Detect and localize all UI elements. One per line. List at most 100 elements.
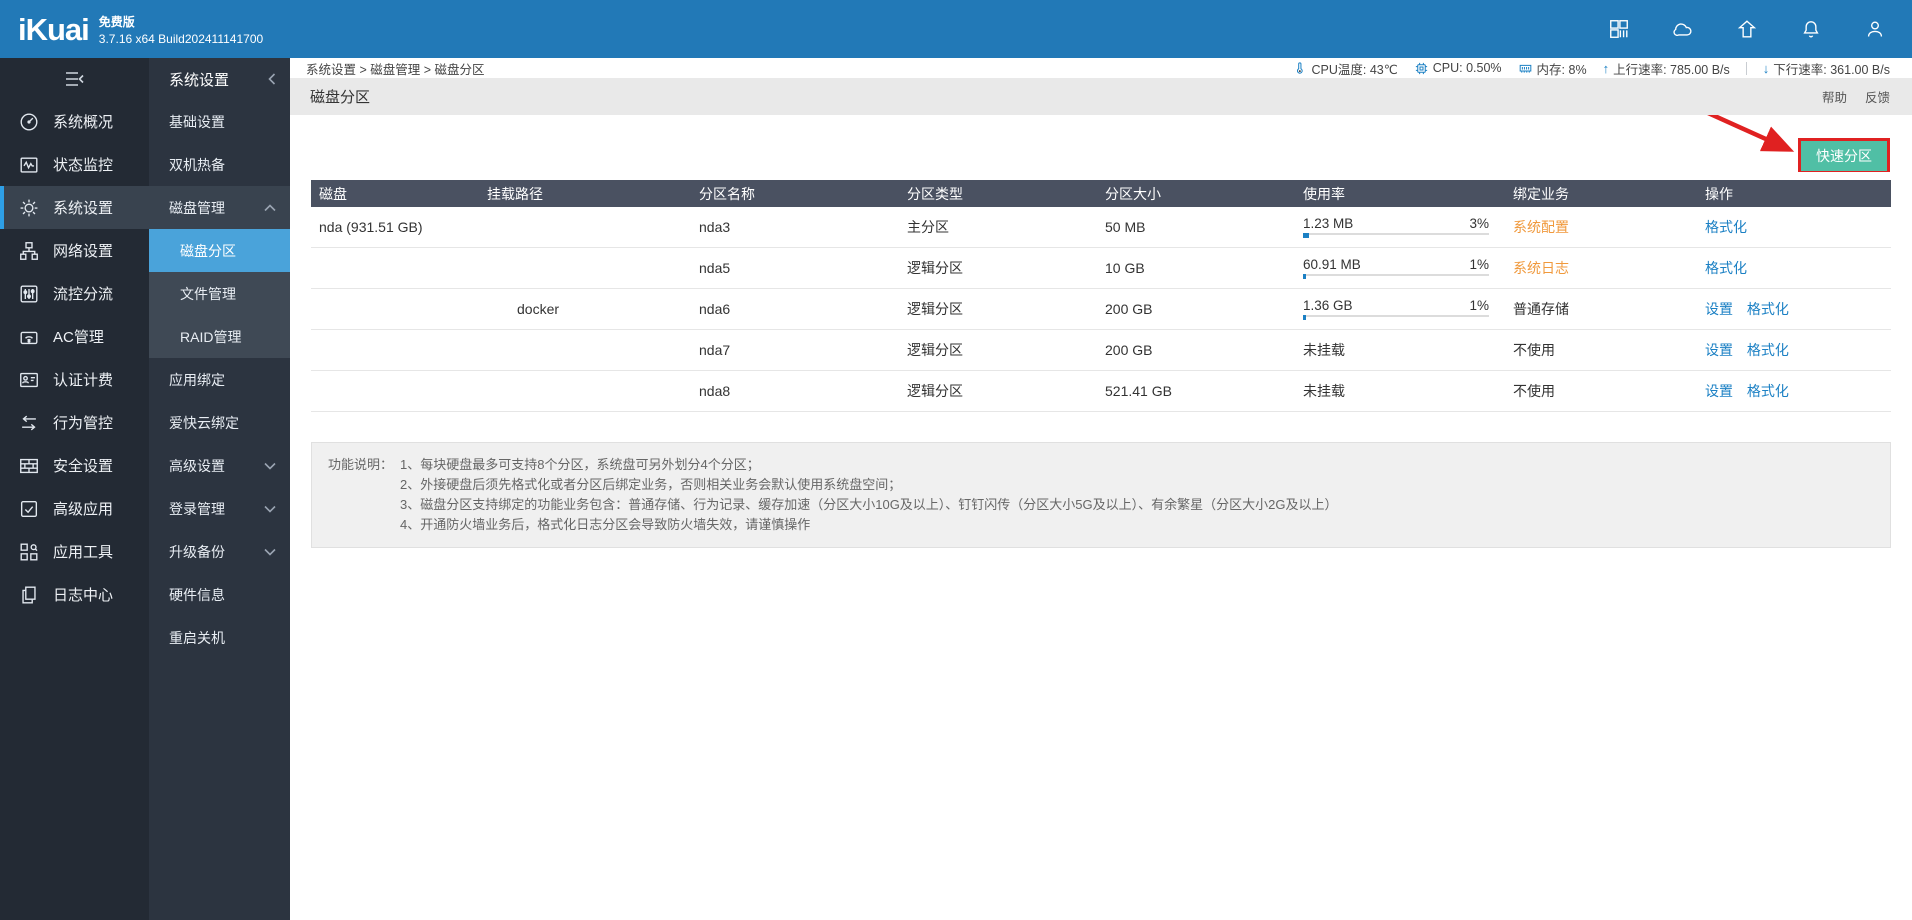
sidebar-item-hot-standby[interactable]: 双机热备 xyxy=(149,143,290,186)
service-link[interactable]: 系统日志 xyxy=(1513,260,1569,276)
service-label: 不使用 xyxy=(1513,383,1555,399)
sidebar-item-label: 行为管控 xyxy=(53,412,113,433)
network-icon xyxy=(18,240,40,262)
page-title-bar: 磁盘分区 帮助 反馈 xyxy=(290,78,1912,115)
primary-sidebar: 系统概况 状态监控 系统设置 网络设置 流控分流 AC管理 xyxy=(0,58,149,920)
table-row: nda8 逻辑分区 521.41 GB 未挂载 不使用 设置 格式化 xyxy=(311,371,1891,412)
type-cell: 主分区 xyxy=(899,217,1097,237)
sidebar-item-file-management[interactable]: 文件管理 xyxy=(149,272,290,315)
help-link[interactable]: 帮助 xyxy=(1822,87,1847,106)
note-label: 功能说明： xyxy=(328,455,400,535)
cpu-status: CPU: 0.50% xyxy=(1414,61,1502,76)
quick-partition-button[interactable]: 快速分区 xyxy=(1801,141,1887,171)
usage-cell: 未挂载 xyxy=(1295,340,1505,360)
sidebar-item-label: 网络设置 xyxy=(53,240,113,261)
sidebar-item-log-center[interactable]: 日志中心 xyxy=(0,573,149,616)
user-icon[interactable] xyxy=(1864,18,1886,40)
sidebar-item-ikuai-cloud-binding[interactable]: 爱快云绑定 xyxy=(149,401,290,444)
bell-icon[interactable] xyxy=(1800,18,1822,40)
top-bar: iKuai 免费版 3.7.16 x64 Build202411141700 xyxy=(0,0,1912,58)
sidebar-item-advanced-apps[interactable]: 高级应用 xyxy=(0,487,149,530)
chevron-down-icon xyxy=(264,548,276,556)
monitor-icon xyxy=(18,154,40,176)
breadcrumb[interactable]: 系统设置 > 磁盘管理 > 磁盘分区 xyxy=(306,59,485,78)
sidebar-item-system-settings[interactable]: 系统设置 xyxy=(0,186,149,229)
page-title: 磁盘分区 xyxy=(310,86,370,107)
collapse-menu-button[interactable] xyxy=(0,58,149,100)
cloud-icon[interactable] xyxy=(1672,18,1694,40)
sidebar-item-label: 应用工具 xyxy=(53,541,113,562)
sidebar-item-label: 高级应用 xyxy=(53,498,113,519)
apps-grid-icon[interactable] xyxy=(1608,18,1630,40)
sidebar-item-flow-control[interactable]: 流控分流 xyxy=(0,272,149,315)
chevron-down-icon xyxy=(264,505,276,513)
sidebar-item-network-settings[interactable]: 网络设置 xyxy=(0,229,149,272)
secondary-sidebar: 系统设置 基础设置 双机热备 磁盘管理 磁盘分区 文件管理 RAID管理 应用绑… xyxy=(149,58,290,920)
logs-icon xyxy=(18,584,40,606)
format-link[interactable]: 格式化 xyxy=(1705,219,1747,235)
sidebar-item-advanced-settings[interactable]: 高级设置 xyxy=(149,444,290,487)
sidebar-item-security-settings[interactable]: 安全设置 xyxy=(0,444,149,487)
table-row: docker nda6 逻辑分区 200 GB 1.36 GB1% 普通存储 设… xyxy=(311,289,1891,330)
format-link[interactable]: 格式化 xyxy=(1747,301,1789,317)
sidebar-item-app-binding[interactable]: 应用绑定 xyxy=(149,358,290,401)
settings-link[interactable]: 设置 xyxy=(1705,301,1733,317)
feature-note-box: 功能说明： 1、每块硬盘最多可支持8个分区，系统盘可另外划分4个分区； 2、外接… xyxy=(311,442,1891,548)
sidebar-item-auth-billing[interactable]: 认证计费 xyxy=(0,358,149,401)
idcard-icon xyxy=(18,369,40,391)
note-line: 1、每块硬盘最多可支持8个分区，系统盘可另外划分4个分区； xyxy=(400,455,1338,475)
sidebar-item-system-overview[interactable]: 系统概况 xyxy=(0,100,149,143)
gear-icon xyxy=(18,197,40,219)
usage-cell: 1.36 GB1% xyxy=(1295,298,1505,320)
sidebar-item-restart-shutdown[interactable]: 重启关机 xyxy=(149,616,290,659)
settings-link[interactable]: 设置 xyxy=(1705,383,1733,399)
sidebar-item-basic-settings[interactable]: 基础设置 xyxy=(149,100,290,143)
size-cell: 200 GB xyxy=(1097,342,1295,358)
ikuai-logo: iKuai xyxy=(18,14,89,45)
chevron-left-icon xyxy=(268,73,276,85)
sidebar-item-behavior-control[interactable]: 行为管控 xyxy=(0,401,149,444)
memory-status: 内存: 8% xyxy=(1518,59,1587,78)
format-link[interactable]: 格式化 xyxy=(1747,342,1789,358)
build-version: 3.7.16 x64 Build202411141700 xyxy=(99,32,263,46)
service-link[interactable]: 系统配置 xyxy=(1513,219,1569,235)
submenu-title: 系统设置 xyxy=(169,69,229,90)
feedback-link[interactable]: 反馈 xyxy=(1865,87,1890,106)
format-link[interactable]: 格式化 xyxy=(1705,260,1747,276)
sidebar-item-status-monitor[interactable]: 状态监控 xyxy=(0,143,149,186)
brand: iKuai 免费版 3.7.16 x64 Build202411141700 xyxy=(0,13,263,46)
sidebar-item-upgrade-backup[interactable]: 升级备份 xyxy=(149,530,290,573)
sidebar-item-disk-management[interactable]: 磁盘管理 xyxy=(149,186,290,229)
down-arrow-icon: ↓ xyxy=(1763,61,1770,76)
thermometer-icon xyxy=(1292,61,1307,76)
submenu-header[interactable]: 系统设置 xyxy=(149,58,290,100)
sidebar-item-hardware-info[interactable]: 硬件信息 xyxy=(149,573,290,616)
partition-cell: nda7 xyxy=(691,342,899,358)
firewall-icon xyxy=(18,455,40,477)
sidebar-item-app-tools[interactable]: 应用工具 xyxy=(0,530,149,573)
sidebar-item-label: 系统概况 xyxy=(53,111,113,132)
status-divider xyxy=(1746,62,1747,75)
type-cell: 逻辑分区 xyxy=(899,381,1097,401)
table-header-row: 磁盘 挂载路径 分区名称 分区类型 分区大小 使用率 绑定业务 操作 xyxy=(311,180,1891,207)
home-up-icon[interactable] xyxy=(1736,18,1758,40)
format-link[interactable]: 格式化 xyxy=(1747,383,1789,399)
sidebar-item-ac-management[interactable]: AC管理 xyxy=(0,315,149,358)
disk-cell: nda (931.51 GB) xyxy=(311,219,479,235)
size-cell: 10 GB xyxy=(1097,260,1295,276)
swap-arrows-icon xyxy=(18,412,40,434)
advanced-app-icon xyxy=(18,498,40,520)
cpu-temp-status: CPU温度: 43℃ xyxy=(1292,59,1397,78)
settings-link[interactable]: 设置 xyxy=(1705,342,1733,358)
download-speed-status: ↓ 下行速率: 361.00 B/s xyxy=(1763,59,1890,78)
sidebar-item-label: 认证计费 xyxy=(53,369,113,390)
usage-bar xyxy=(1303,274,1489,279)
sidebar-item-raid-management[interactable]: RAID管理 xyxy=(149,315,290,358)
table-row: nda5 逻辑分区 10 GB 60.91 MB1% 系统日志 格式化 xyxy=(311,248,1891,289)
edition-label: 免费版 xyxy=(99,13,263,30)
sidebar-item-disk-partition[interactable]: 磁盘分区 xyxy=(149,229,290,272)
sidebar-item-login-management[interactable]: 登录管理 xyxy=(149,487,290,530)
type-cell: 逻辑分区 xyxy=(899,340,1097,360)
table-row: nda7 逻辑分区 200 GB 未挂载 不使用 设置 格式化 xyxy=(311,330,1891,371)
upload-speed-status: ↑ 上行速率: 785.00 B/s xyxy=(1603,59,1730,78)
